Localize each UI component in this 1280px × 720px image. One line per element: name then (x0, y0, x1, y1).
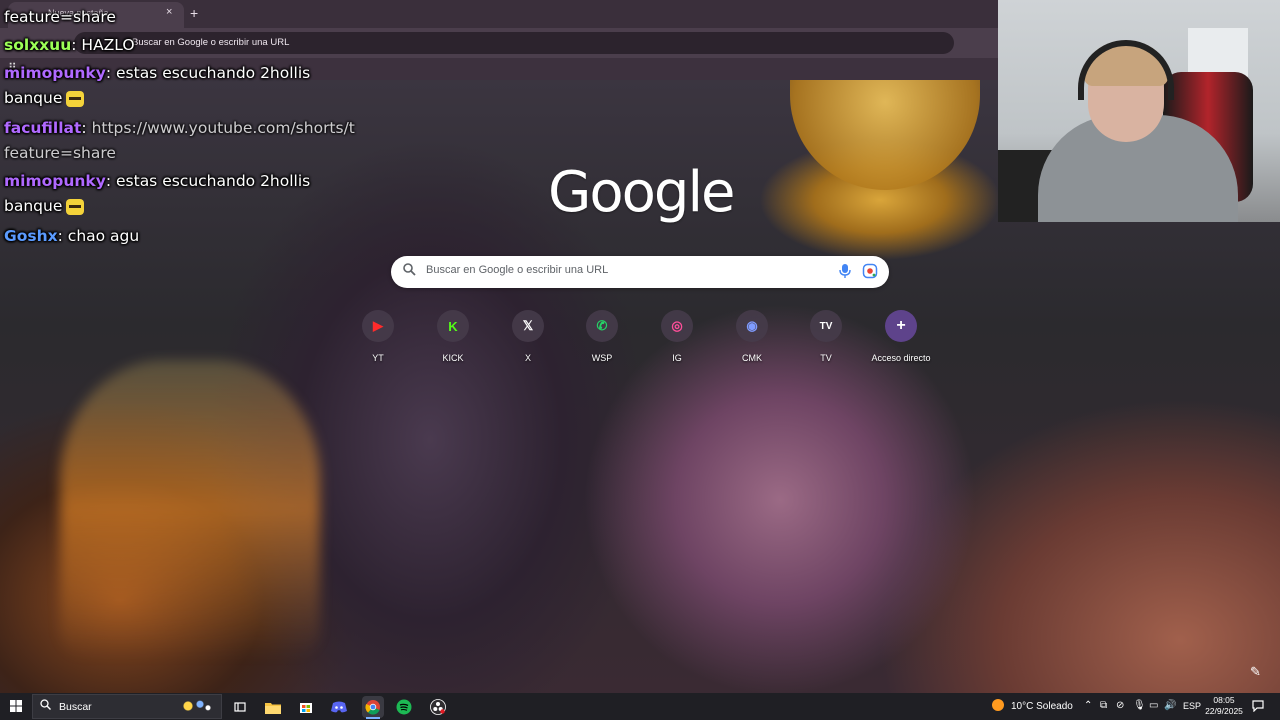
search-icon (403, 263, 416, 279)
shortcut-cmk[interactable]: ◉ CMK (722, 310, 782, 370)
emote-icon (66, 198, 85, 215)
chat-text: HAZLO (81, 36, 135, 54)
tradingview-icon: TV (810, 310, 842, 342)
chat-username: facufillat (4, 119, 82, 137)
weather-widget[interactable]: 10°C Soleado (1011, 701, 1073, 712)
instagram-icon: ◎ (661, 310, 693, 342)
emote-icon (66, 90, 85, 107)
chat-message: mimopunky: estas escuchando 2hollis (4, 64, 311, 82)
shortcut-label: CMK (742, 353, 762, 363)
voice-search-icon[interactable] (838, 263, 852, 279)
youtube-icon: ▶ (362, 310, 394, 342)
shortcut-label: TV (820, 353, 832, 363)
google-search-input[interactable] (426, 264, 806, 276)
chat-username: mimopunky (4, 64, 106, 82)
chat-message-continued: banque (4, 89, 85, 107)
obs-icon[interactable] (427, 696, 449, 718)
chat-text: https://www.youtube.com/shorts/t (91, 119, 355, 137)
store-icon[interactable] (295, 696, 317, 718)
add-shortcut-icon: + (885, 310, 917, 342)
clock-date: 22/9/2025 (1205, 706, 1243, 716)
show-hidden-icons-chevron-icon[interactable]: ⌃ (1084, 700, 1092, 711)
file-explorer-icon[interactable] (262, 696, 284, 718)
search-highlight-icon (176, 697, 216, 715)
new-tab-button[interactable]: + (190, 5, 198, 21)
address-bar-placeholder: Buscar en Google o escribir una URL (132, 37, 290, 48)
shortcut-x[interactable]: 𝕏 X (498, 310, 558, 370)
notifications-icon[interactable] (1252, 700, 1264, 715)
discord-icon[interactable] (328, 696, 350, 718)
tray-app-icon[interactable]: ⧉ (1100, 700, 1107, 711)
clock-time: 08:05 (1213, 695, 1235, 705)
chat-message: facufillat: https://www.youtube.com/shor… (4, 119, 355, 137)
google-logo: Google (548, 160, 735, 225)
chat-message: mimopunky: estas escuchando 2hollis (4, 172, 311, 190)
taskbar-search-label: Buscar (59, 701, 92, 713)
shortcut-label: YT (372, 353, 384, 363)
close-tab-icon[interactable]: × (166, 6, 172, 18)
webcam-overlay (998, 0, 1280, 222)
chat-message: solxxuu: HAZLO (4, 36, 135, 54)
chat-text: estas escuchando 2hollis (116, 64, 311, 82)
shortcut-label: KICK (442, 353, 464, 363)
add-shortcut-button[interactable]: + Acceso directo (871, 310, 931, 370)
shortcut-ig[interactable]: ◎ IG (647, 310, 707, 370)
chat-fragment: feature=share (4, 8, 116, 26)
shortcut-label: WSP (591, 353, 613, 363)
spotify-icon[interactable] (393, 696, 415, 718)
windows-start-icon[interactable] (10, 700, 22, 712)
shortcut-label: Acceso directo (871, 353, 931, 363)
chrome-icon[interactable] (362, 696, 384, 718)
kick-icon: K (437, 310, 469, 342)
shortcut-label: X (524, 353, 531, 363)
clock[interactable]: 08:05 22/9/2025 (1204, 695, 1244, 717)
network-icon[interactable]: ▭ (1149, 700, 1158, 711)
google-lens-icon[interactable] (862, 263, 878, 279)
language-indicator[interactable]: ESP (1183, 701, 1201, 711)
chat-text: chao agu (67, 227, 140, 245)
active-app-indicator (366, 717, 380, 719)
chat-text: estas escuchando 2hollis (116, 172, 311, 190)
weather-sun-icon (991, 698, 1005, 715)
chat-message-continued: banque (4, 197, 85, 215)
shortcut-yt[interactable]: ▶ YT (348, 310, 408, 370)
customize-pencil-icon[interactable]: ✎ (1250, 664, 1261, 680)
wallpaper-flame (60, 360, 320, 660)
microphone-icon[interactable]: 🎙 (1133, 700, 1146, 711)
shortcut-label: IG (672, 353, 682, 363)
shortcut-tv[interactable]: TV TV (796, 310, 856, 370)
chat-message-continued: feature=share (4, 144, 116, 162)
shortcut-kick[interactable]: K KICK (423, 310, 483, 370)
task-view-icon[interactable] (229, 696, 251, 718)
taskbar-search-icon (40, 699, 51, 713)
x-icon: 𝕏 (512, 310, 544, 342)
chat-username: mimopunky (4, 172, 106, 190)
chat-username: Goshx (4, 227, 58, 245)
tray-network-off-icon[interactable]: ⊘ (1116, 700, 1124, 711)
chat-username: solxxuu (4, 36, 72, 54)
shortcut-wsp[interactable]: ✆ WSP (572, 310, 632, 370)
cmk-icon: ◉ (736, 310, 768, 342)
volume-icon[interactable]: 🔊 (1164, 700, 1176, 711)
whatsapp-icon: ✆ (586, 310, 618, 342)
chat-message: Goshx: chao agu (4, 227, 140, 245)
